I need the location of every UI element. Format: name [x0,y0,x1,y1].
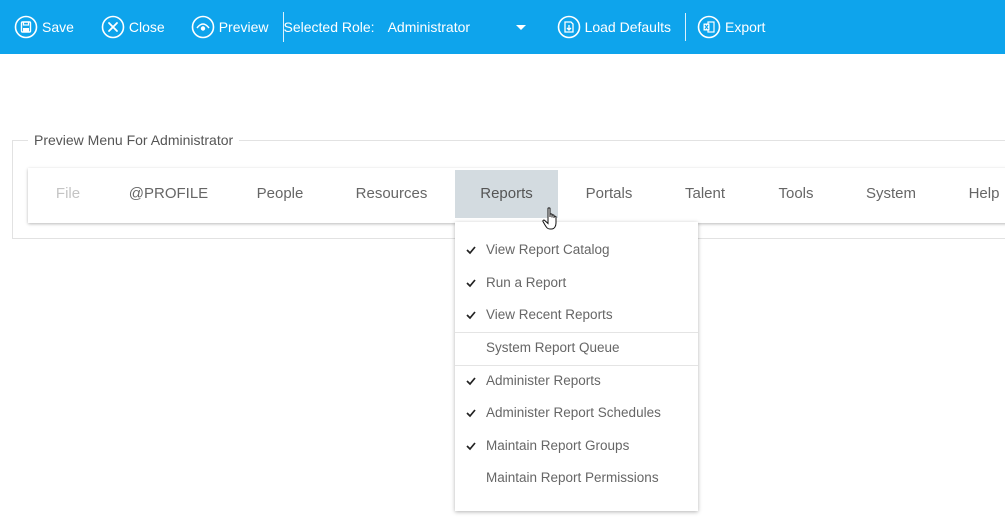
check-icon [466,267,478,299]
dropdown-item-label: View Report Catalog [486,242,610,257]
dropdown-item-maintain-report-permissions[interactable]: Maintain Report Permissions [455,462,698,494]
check-icon [466,365,478,397]
preview-label: Preview [218,19,269,35]
save-button[interactable]: Save [14,0,74,54]
preview-menu-bar: File @PROFILE People Resources Reports P… [28,168,1005,223]
dropdown-item-maintain-report-groups[interactable]: Maintain Report Groups [455,430,698,462]
load-defaults-icon [557,15,581,39]
menu-item-help[interactable]: Help [960,170,1005,218]
dropdown-item-label: View Recent Reports [486,307,613,322]
menu-item-profile[interactable]: @PROFILE [121,170,216,218]
menu-item-people[interactable]: People [246,170,314,218]
dropdown-item-label: Administer Reports [486,373,601,388]
dropdown-item-label: Run a Report [486,275,567,290]
menu-item-portals[interactable]: Portals [573,170,645,218]
close-button[interactable]: Close [101,0,165,54]
menu-item-tools[interactable]: Tools [766,170,826,218]
preview-icon [191,15,215,39]
dropdown-item-label: Maintain Report Permissions [486,470,659,485]
dropdown-item-system-report-queue[interactable]: System Report Queue [455,332,698,364]
dropdown-item-view-recent-reports[interactable]: View Recent Reports [455,299,698,331]
hand-cursor-icon [542,207,560,231]
dropdown-item-label: System Report Queue [486,340,620,355]
toolbar: Save Close Preview Selected Role: Admini… [0,0,1005,54]
dropdown-item-label: Administer Report Schedules [486,405,661,420]
save-icon [14,15,38,39]
selected-role-label: Selected Role: [283,19,375,35]
check-icon [466,397,478,429]
close-icon [101,15,125,39]
export-button[interactable]: Export [697,0,765,54]
export-label: Export [724,19,766,35]
dropdown-item-administer-report-schedules[interactable]: Administer Report Schedules [455,397,698,429]
excel-export-icon [697,15,721,39]
load-defaults-button[interactable]: Load Defaults [557,0,671,54]
role-select[interactable]: Administrator [388,19,528,35]
dropdown-item-administer-reports[interactable]: Administer Reports [455,365,698,397]
load-defaults-label: Load Defaults [584,19,671,35]
menu-item-file: File [55,185,81,202]
check-icon [466,234,478,266]
dropdown-item-view-report-catalog[interactable]: View Report Catalog [455,234,698,266]
dropdown-item-run-a-report[interactable]: Run a Report [455,267,698,299]
toolbar-divider-2 [684,13,686,41]
menu-item-talent[interactable]: Talent [673,170,737,218]
role-select-value: Administrator [387,19,471,35]
close-label: Close [128,19,165,35]
check-icon [466,430,478,462]
preview-button[interactable]: Preview [191,0,269,54]
preview-legend: Preview Menu For Administrator [28,131,240,149]
check-icon [466,299,478,331]
reports-dropdown-menu: View Report Catalog Run a Report View Re… [455,222,698,511]
dropdown-item-label: Maintain Report Groups [486,438,630,453]
menu-item-system[interactable]: System [855,170,927,218]
save-label: Save [42,19,74,35]
menu-item-resources[interactable]: Resources [344,170,439,218]
chevron-down-icon [515,24,526,30]
